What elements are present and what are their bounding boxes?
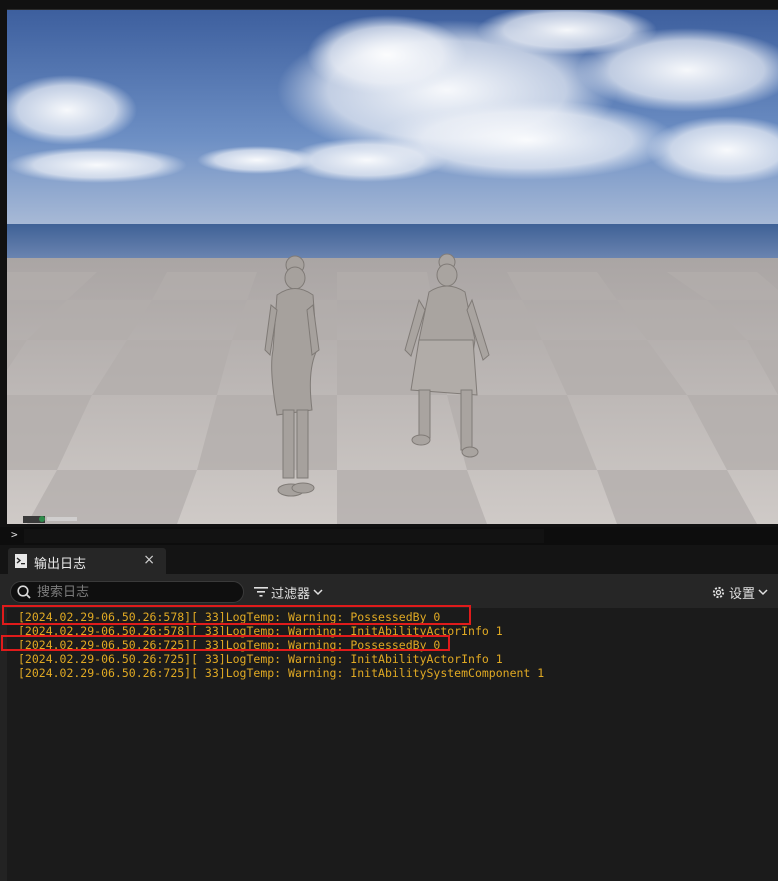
filter-label: 过滤器 (271, 586, 311, 602)
log-toolbar: 过滤器 设置 (0, 574, 778, 608)
highlight-box (2, 605, 471, 625)
settings-label: 设置 (728, 586, 755, 602)
settings-button[interactable]: 设置 (711, 582, 768, 602)
log-line: [2024.02.29-06.50.26:725][ 33]LogTemp: W… (18, 652, 503, 666)
viewport-scene (7, 10, 778, 524)
close-icon[interactable]: × (143, 552, 155, 568)
game-viewport[interactable] (7, 9, 778, 524)
tab-label: 输出日志 (34, 557, 87, 572)
filter-icon (254, 587, 268, 597)
search-icon (17, 585, 31, 599)
highlight-box (1, 635, 450, 651)
gear-icon (712, 586, 725, 598)
search-box[interactable] (10, 581, 244, 603)
output-log-icon (15, 554, 27, 568)
console-command-line[interactable]: > _ (0, 527, 778, 545)
console-input[interactable] (24, 529, 544, 543)
viewport-frame (0, 0, 778, 527)
chevron-down-icon (313, 589, 323, 596)
panel-tab-bar: 输出日志 × (0, 545, 778, 574)
chevron-down-icon (758, 589, 768, 596)
log-line: [2024.02.29-06.50.26:725][ 33]LogTemp: W… (18, 666, 545, 680)
sea (7, 224, 778, 258)
search-input[interactable] (37, 582, 237, 602)
filter-button[interactable]: 过滤器 (254, 582, 323, 602)
tab-output-log[interactable]: 输出日志 × (8, 548, 166, 574)
